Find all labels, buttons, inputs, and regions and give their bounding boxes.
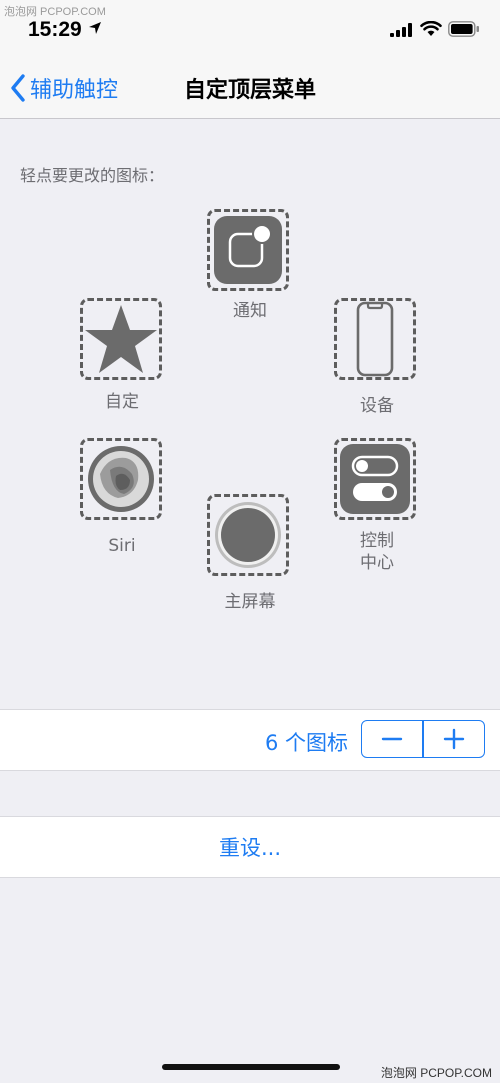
home-icon: [215, 502, 281, 568]
slot-notification[interactable]: [207, 209, 289, 291]
siri-icon: [88, 446, 154, 512]
home-indicator[interactable]: [162, 1064, 340, 1070]
watermark-footer: 泡泡网 PCPOP.COM: [380, 1066, 492, 1080]
slot-label-notification: 通知: [233, 301, 267, 321]
slot-label-custom: 自定: [105, 392, 139, 412]
icon-count-stepper[interactable]: [361, 720, 485, 758]
slot-home[interactable]: [207, 494, 289, 576]
status-time: 15:29: [28, 18, 82, 41]
reset-button[interactable]: 重设...: [0, 816, 500, 878]
slot-device[interactable]: [334, 298, 416, 380]
slot-custom[interactable]: [80, 298, 162, 380]
icon-count-label: 6 个图标: [264, 731, 348, 755]
control-center-icon: [340, 444, 410, 514]
slot-label-device: 设备: [360, 396, 394, 416]
notification-icon: [214, 216, 282, 284]
minus-icon: [381, 737, 403, 741]
plus-icon: [443, 728, 465, 750]
increment-button[interactable]: [424, 721, 484, 757]
slot-label-siri: Siri: [108, 536, 136, 556]
battery-icon: [448, 21, 479, 37]
wifi-icon: [420, 21, 442, 36]
page-title: 自定顶层菜单: [183, 78, 316, 103]
reset-label: 重设...: [218, 836, 282, 860]
slot-siri[interactable]: [80, 438, 162, 520]
slot-control-center[interactable]: [334, 438, 416, 520]
device-icon: [356, 301, 394, 377]
cellular-signal-icon: [390, 23, 412, 37]
decrement-button[interactable]: [362, 721, 422, 757]
location-arrow-icon: [89, 22, 101, 34]
instruction-text: 轻点要更改的图标：: [20, 166, 165, 185]
watermark: 泡泡网 PCPOP.COM: [4, 6, 106, 18]
slot-label-control-center: 控制 中心: [360, 531, 394, 573]
star-icon: [85, 305, 157, 373]
slot-label-home: 主屏幕: [224, 592, 276, 612]
